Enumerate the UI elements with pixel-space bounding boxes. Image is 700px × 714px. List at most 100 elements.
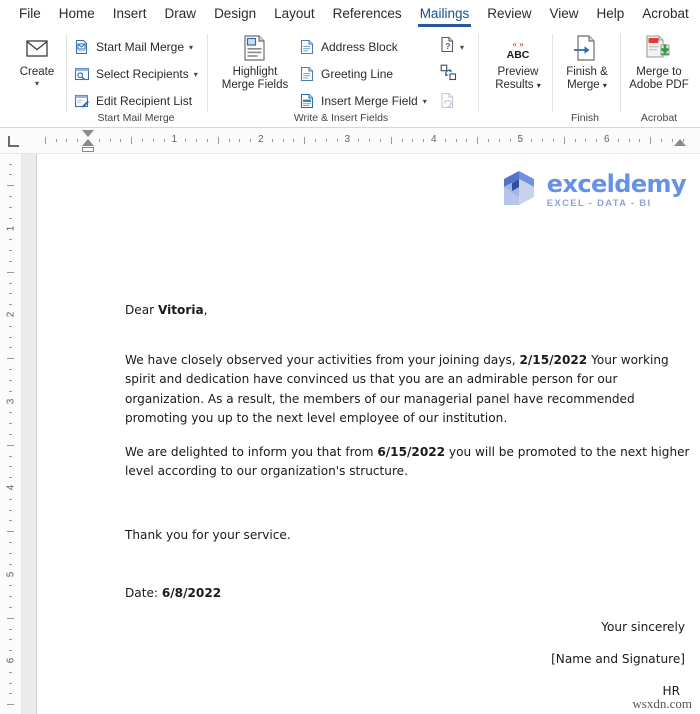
- ruler-tick: [239, 139, 241, 142]
- tab-references[interactable]: References: [324, 3, 411, 26]
- logo-wordmark: exceldemy EXCEL - DATA - BI: [546, 172, 687, 210]
- chevron-down-icon[interactable]: ▾: [35, 80, 39, 88]
- select-recipients-button[interactable]: Select Recipients ▾: [72, 63, 198, 85]
- ruler-tick: [7, 704, 14, 706]
- ruler-tick: [412, 139, 414, 142]
- vertical-ruler[interactable]: 1 2 3 4 5 6: [0, 154, 22, 714]
- ruler-tick: [9, 596, 12, 598]
- ruler-tick: [9, 433, 12, 435]
- ruler-tick: [196, 139, 198, 142]
- tab-help[interactable]: Help: [588, 3, 634, 26]
- preview-results-button[interactable]: « » ABC Preview Results ▾: [487, 33, 549, 92]
- ruler-tick: [639, 139, 641, 142]
- tab-design[interactable]: Design: [205, 3, 265, 26]
- finish-and-merge-button[interactable]: Finish & Merge ▾: [556, 33, 618, 92]
- ruler-tick: [7, 444, 14, 446]
- ruler-tick: [9, 498, 12, 500]
- tab-mailings[interactable]: Mailings: [411, 3, 479, 27]
- tab-layout[interactable]: Layout: [265, 3, 324, 26]
- ruler-tick: [55, 139, 57, 142]
- greeting-line-button[interactable]: Greeting Line: [297, 63, 393, 85]
- create-button[interactable]: Create ▾: [6, 33, 68, 88]
- group-divider: [478, 34, 479, 112]
- ruler-tick: [325, 139, 327, 142]
- edit-recipient-icon: [72, 93, 92, 109]
- rules-button[interactable]: ? ▾: [440, 36, 464, 58]
- highlight-fields-icon: [242, 33, 268, 63]
- tab-insert[interactable]: Insert: [104, 3, 156, 26]
- ruler-tick: [444, 139, 446, 142]
- tab-stop-selector-icon[interactable]: [8, 136, 19, 147]
- ruler-tick: [293, 139, 295, 142]
- ruler-tick: [650, 137, 652, 144]
- ruler-tick: [163, 139, 165, 142]
- ruler-tick: [466, 139, 468, 142]
- tab-view[interactable]: View: [540, 3, 587, 26]
- ruler-tick: [7, 358, 14, 360]
- chevron-down-icon[interactable]: ▾: [189, 43, 193, 52]
- ruler-tick: [9, 455, 12, 457]
- paragraph-one: We have closely observed your activities…: [125, 352, 669, 426]
- chevron-down-icon[interactable]: ▾: [194, 70, 198, 79]
- paragraph-two: We are delighted to inform you that from…: [125, 444, 690, 479]
- chevron-down-icon[interactable]: ▾: [423, 97, 427, 106]
- insert-merge-field-button[interactable]: Insert Merge Field ▾: [297, 90, 427, 112]
- merge-field-joining-date: 2/15/2022: [519, 352, 588, 367]
- tab-acrobat[interactable]: Acrobat: [633, 3, 698, 26]
- ruler-tick: [9, 639, 12, 641]
- ruler-tick: [7, 617, 14, 619]
- ruler-number: 4: [5, 484, 17, 491]
- envelope-icon: [26, 33, 48, 63]
- ruler-tick: [552, 139, 554, 142]
- ruler-tick: [9, 304, 12, 306]
- merge-adobe-pdf-icon: [643, 33, 675, 63]
- logo-subtitle: EXCEL - DATA - BI: [546, 198, 652, 210]
- horizontal-ruler[interactable]: 1 2 3 4 5 6: [0, 128, 700, 154]
- ruler-tick: [336, 139, 338, 142]
- ruler-tick: [66, 139, 68, 142]
- address-block-label: Address Block: [321, 40, 398, 54]
- tab-home[interactable]: Home: [50, 3, 104, 26]
- edit-recipient-list-button[interactable]: Edit Recipient List: [72, 90, 192, 112]
- document-page[interactable]: exceldemy EXCEL - DATA - BI Dear Vitoria…: [36, 154, 700, 714]
- tab-review[interactable]: Review: [478, 3, 540, 26]
- chevron-down-icon[interactable]: ▾: [460, 43, 464, 52]
- group-divider: [207, 34, 208, 112]
- match-fields-button[interactable]: [440, 64, 457, 86]
- ruler-tick: [9, 509, 12, 511]
- insert-merge-field-icon: [297, 93, 317, 109]
- exceldemy-logo: exceldemy EXCEL - DATA - BI: [500, 168, 687, 213]
- ruler-tick: [9, 542, 12, 544]
- start-mail-merge-button[interactable]: Start Mail Merge ▾: [72, 36, 193, 58]
- hanging-indent-marker[interactable]: [82, 139, 94, 146]
- address-block-button[interactable]: Address Block: [297, 36, 398, 58]
- ruler-tick: [423, 139, 425, 142]
- tab-file[interactable]: File: [10, 3, 50, 26]
- ruler-tick: [9, 239, 12, 241]
- ruler-tick: [228, 139, 230, 142]
- ruler-tick: [9, 217, 12, 219]
- ruler-tick: [9, 347, 12, 349]
- ruler-tick: [9, 466, 12, 468]
- select-recipients-label: Select Recipients: [96, 67, 189, 81]
- tab-draw[interactable]: Draw: [156, 3, 206, 26]
- address-block-icon: [297, 39, 317, 55]
- ruler-tick: [315, 139, 317, 142]
- match-fields-icon: [440, 64, 457, 86]
- chevron-down-icon: ▾: [602, 81, 607, 90]
- left-indent-marker[interactable]: [82, 147, 94, 152]
- ruler-tick: [9, 390, 12, 392]
- ruler-tick: [9, 682, 12, 684]
- ruler-tick: [9, 260, 12, 262]
- merge-to-adobe-pdf-button[interactable]: Merge to Adobe PDF: [622, 33, 696, 92]
- ruler-tick: [574, 139, 576, 142]
- ruler-tick: [109, 139, 111, 142]
- first-line-indent-marker[interactable]: [82, 130, 94, 137]
- ruler-tick: [217, 137, 219, 144]
- right-indent-marker[interactable]: [674, 139, 686, 146]
- signature-placeholder: [Name and Signature]: [551, 652, 685, 666]
- closing-line: Your sincerely: [601, 619, 685, 634]
- ruler-tick: [98, 139, 100, 142]
- highlight-merge-fields-button[interactable]: Highlight Merge Fields: [218, 33, 292, 92]
- document-body[interactable]: exceldemy EXCEL - DATA - BI Dear Vitoria…: [37, 154, 700, 714]
